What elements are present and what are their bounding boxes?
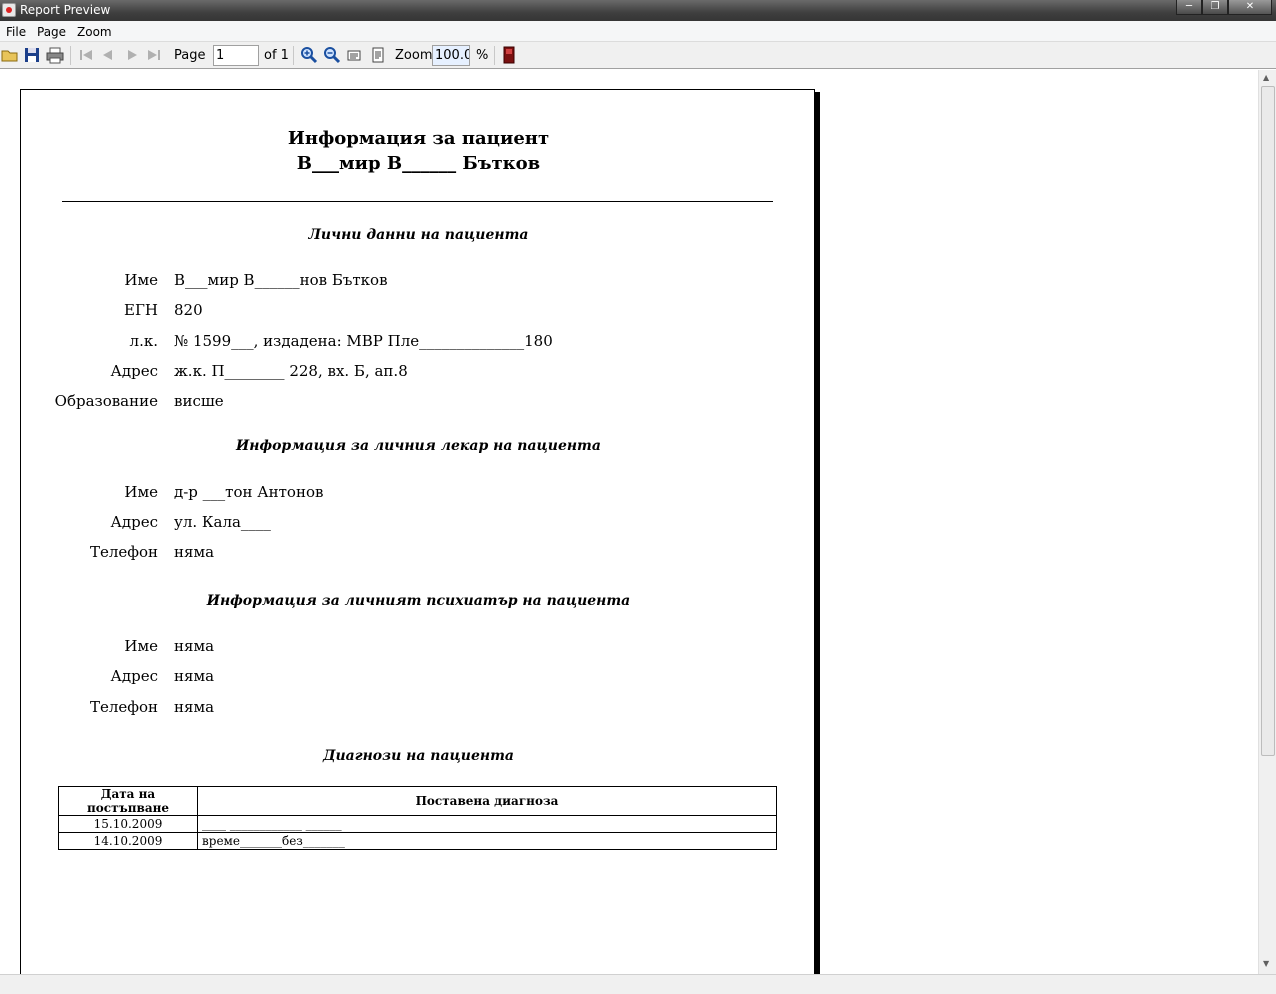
diagnoses-table: Дата на постъпване Поставена диагноза 15… [58,786,777,850]
window-title: Report Preview [20,3,111,17]
menu-file[interactable]: File [6,25,26,39]
cell-diagnosis: време_______без_______ [197,832,777,850]
zoom-input[interactable] [432,45,470,66]
minimize-button[interactable]: ─ [1176,0,1202,15]
page-count: of 1 [264,48,289,63]
scroll-down-icon[interactable]: ▼ [1263,959,1269,968]
column-header-date: Дата на постъпване [58,786,198,816]
first-page-icon[interactable] [77,46,95,64]
section-diagnoses: Диагнози на пациента [323,748,514,764]
print-icon[interactable] [46,46,64,64]
psych-name-value: няма [174,637,215,655]
zoom-out-icon[interactable] [323,46,341,64]
open-icon[interactable] [1,46,19,64]
preview-area: Информация за пациент В___мир В______ Бъ… [0,70,1258,974]
zoom-label: Zoom [395,48,433,63]
window-controls: ─ ❐ ✕ [1176,0,1272,15]
save-icon[interactable] [23,46,41,64]
section-personal: Лични данни на пациента [308,227,529,243]
exit-icon[interactable] [500,46,518,64]
psych-name-label: Име [124,637,158,655]
gp-phone-label: Телефон [89,543,158,561]
maximize-button[interactable]: ❐ [1202,0,1228,15]
menu-zoom[interactable]: Zoom [77,25,112,39]
table-row: 15.10.2009 ____ ____________ ______ [58,815,777,833]
cell-diagnosis: ____ ____________ ______ [197,815,777,833]
close-button[interactable]: ✕ [1228,0,1272,15]
scrollbar-thumb[interactable] [1261,86,1275,756]
title-bar: Report Preview ─ ❐ ✕ [0,0,1276,21]
column-header-diagnosis: Поставена диагноза [197,786,777,816]
scroll-up-icon[interactable]: ▲ [1263,73,1269,82]
personal-education-label: Образование [54,392,158,410]
personal-id-label: л.к. [129,332,158,350]
personal-address-value: ж.к. П________ 228, вх. Б, ап.8 [174,362,408,380]
status-bar [0,974,1276,994]
psych-address-label: Адрес [110,667,158,685]
vertical-scrollbar[interactable]: ▲ ▼ [1258,70,1276,974]
title-divider [62,201,773,202]
last-page-icon[interactable] [145,46,163,64]
personal-egn-label: ЕГН [124,301,158,319]
toolbar: Page of 1 Zoom % [0,42,1276,69]
whole-page-icon[interactable] [369,46,387,64]
personal-address-label: Адрес [110,362,158,380]
psych-phone-label: Телефон [89,698,158,716]
menu-bar: File Page Zoom [0,21,1276,42]
zoom-unit: % [476,48,489,63]
section-psychiatrist: Информация за личният психиатър на пацие… [206,593,631,609]
page-number-input[interactable] [213,45,259,66]
gp-phone-value: няма [174,543,215,561]
gp-name-value: д-р ___тон Антонов [174,483,324,501]
previous-page-icon[interactable] [99,46,117,64]
gp-address-label: Адрес [110,513,158,531]
psych-address-value: няма [174,667,215,685]
personal-egn-value: 820 [174,301,203,319]
zoom-in-icon[interactable] [300,46,318,64]
app-icon [2,3,16,17]
psych-phone-value: няма [174,698,215,716]
patient-name: В___мир В______ Бътков [296,153,541,174]
page-width-icon[interactable] [346,46,364,64]
page-label: Page [174,48,206,63]
cell-date: 15.10.2009 [58,815,198,833]
personal-education-value: висше [174,392,224,410]
gp-name-label: Име [124,483,158,501]
menu-page[interactable]: Page [37,25,66,39]
table-header-row: Дата на постъпване Поставена диагноза [58,786,777,816]
report-title: Информация за пациент [287,128,550,149]
personal-name-label: Име [124,271,158,289]
cell-date: 14.10.2009 [58,832,198,850]
table-row: 14.10.2009 време_______без_______ [58,832,777,850]
gp-address-value: ул. Кала____ [174,513,271,531]
report-page: Информация за пациент В___мир В______ Бъ… [20,89,815,974]
personal-id-value: № 1599___, издадена: МВР Пле____________… [174,332,553,350]
next-page-icon[interactable] [123,46,141,64]
section-gp: Информация за личния лекар на пациента [236,438,601,454]
personal-name-value: В___мир В______нов Бътков [174,271,388,289]
